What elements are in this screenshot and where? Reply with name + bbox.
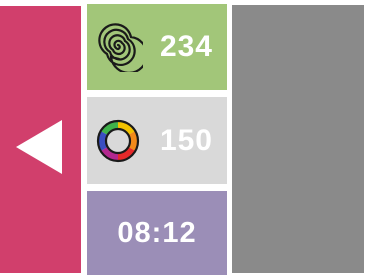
- left-panel: [0, 6, 81, 273]
- spiral-tile[interactable]: 234: [87, 4, 227, 90]
- time-tile[interactable]: 08:12: [87, 191, 227, 275]
- color-wheel-icon: [93, 116, 143, 166]
- screen: 234 150 08:12: [0, 0, 367, 277]
- back-arrow-icon: [16, 120, 62, 174]
- right-panel: [232, 5, 364, 273]
- color-wheel-tile[interactable]: 150: [87, 97, 227, 184]
- color-count: 150: [159, 123, 213, 157]
- spiral-icon: [93, 22, 143, 72]
- back-button[interactable]: [10, 115, 68, 179]
- time-display: 08:12: [117, 216, 197, 249]
- spiral-count: 234: [159, 30, 213, 63]
